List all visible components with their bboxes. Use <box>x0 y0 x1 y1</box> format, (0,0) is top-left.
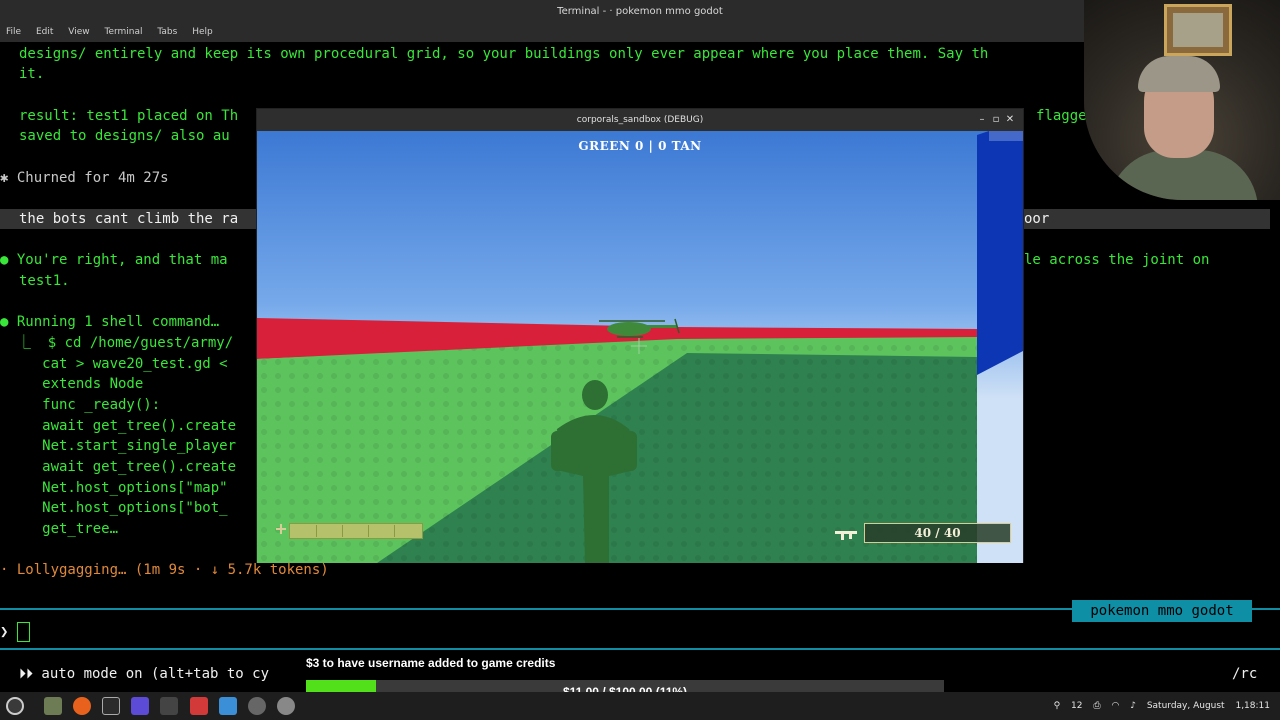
printer-icon[interactable]: ⎙ <box>1093 701 1100 711</box>
running-command: ● Running 1 shell command… <box>0 314 220 330</box>
taskbar: ⚲ 12 ⎙ ◠ ♪ Saturday, August 1,18:11 <box>0 692 1280 720</box>
command-line: Net.host_options["bot_ <box>0 500 228 516</box>
auto-mode-status: ⏵⏵ auto mode on (alt+tab to cy <box>19 666 270 682</box>
godot-icon[interactable] <box>219 697 237 715</box>
donation-title: $3 to have username added to game credit… <box>306 656 556 670</box>
minimize-icon[interactable]: – <box>975 113 989 127</box>
game-title: corporals_sandbox (DEBUG) <box>576 115 704 125</box>
menu-edit[interactable]: Edit <box>30 24 59 40</box>
menu-tabs[interactable]: Tabs <box>151 24 183 40</box>
output-line: flagge <box>1036 108 1087 124</box>
ammo-counter: 40 / 40 <box>864 523 1011 543</box>
menu-file[interactable]: File <box>0 24 27 40</box>
picture-frame <box>1164 4 1232 56</box>
rc-indicator: /rc <box>1232 666 1258 682</box>
game-titlebar[interactable]: corporals_sandbox (DEBUG) – ▫ ✕ <box>257 109 1023 131</box>
obsidian-icon[interactable] <box>131 697 149 715</box>
assistant-reply-tail: le across the joint on <box>1024 252 1210 268</box>
output-line: it. <box>19 66 45 82</box>
menu-view[interactable]: View <box>62 24 95 40</box>
obs-icon[interactable] <box>248 697 266 715</box>
command-line: func _ready(): <box>0 397 161 413</box>
webcam-overlay <box>1084 0 1280 200</box>
tray-count: 12 <box>1071 701 1083 711</box>
output-line: result: test1 placed on Th <box>19 108 239 124</box>
menu-help[interactable]: Help <box>186 24 219 40</box>
scoreboard: GREEN 0 | 0 TAN <box>578 139 702 153</box>
health-bar <box>289 523 423 539</box>
app-icon[interactable] <box>277 697 295 715</box>
command-line: ⎿ $ cd /home/guest/army/ <box>0 335 234 351</box>
assistant-reply: test1. <box>19 273 70 289</box>
prompt-symbol: ❯ <box>0 624 9 640</box>
menu-terminal[interactable]: Terminal <box>98 24 148 40</box>
files-icon[interactable] <box>44 697 62 715</box>
close-icon[interactable]: ✕ <box>1003 113 1017 127</box>
command-line: await get_tree().create <box>0 459 237 475</box>
thinking-status: · Lollygagging… (1m 9s · ↓ 5.7k tokens) <box>0 562 329 578</box>
assistant-reply: ● You're right, and that ma <box>0 252 228 268</box>
volume-icon[interactable]: ♪ <box>1130 701 1136 711</box>
churned-status: ✱ Churned for 4m 27s <box>0 170 169 186</box>
command-line: Net.host_options["map" <box>0 480 228 496</box>
user-message: the bots cant climb the ra <box>19 211 239 227</box>
network-icon[interactable]: ⚲ <box>1054 701 1061 711</box>
terminal-icon[interactable] <box>102 697 120 715</box>
document-icon[interactable] <box>190 697 208 715</box>
system-tray: ⚲ 12 ⎙ ◠ ♪ Saturday, August 1,18:11 <box>1046 692 1270 720</box>
maximize-icon[interactable]: ▫ <box>989 113 1003 127</box>
command-line: extends Node <box>0 376 144 392</box>
output-line: designs/ entirely and keep its own proce… <box>19 46 989 62</box>
clock-date[interactable]: Saturday, August <box>1147 701 1225 711</box>
project-badge: pokemon mmo godot <box>1072 600 1252 622</box>
command-line: Net.start_single_player <box>0 438 237 454</box>
user-message-tail: oor <box>1024 211 1050 227</box>
app-icon[interactable] <box>160 697 178 715</box>
game-scene <box>257 131 1023 563</box>
firefox-icon[interactable] <box>73 697 91 715</box>
wifi-icon[interactable]: ◠ <box>1111 701 1119 711</box>
command-line: await get_tree().create <box>0 418 237 434</box>
blue-wall <box>977 131 1023 375</box>
streamer-cap <box>1138 56 1220 92</box>
game-window[interactable]: corporals_sandbox (DEBUG) – ▫ ✕ GREEN 0 … <box>256 108 1024 563</box>
menu-start-icon[interactable] <box>6 697 24 715</box>
terminal-title: Terminal - · pokemon mmo godot <box>557 6 723 17</box>
command-line: get_tree… <box>0 521 119 537</box>
command-line: cat > wave20_test.gd < <box>0 356 228 372</box>
output-line: saved to designs/ also au <box>19 128 230 144</box>
game-viewport[interactable]: GREEN 0 | 0 TAN 40 / 40 <box>257 131 1023 563</box>
prompt-input[interactable] <box>17 622 30 642</box>
clock-time[interactable]: 1,18:11 <box>1235 701 1270 711</box>
